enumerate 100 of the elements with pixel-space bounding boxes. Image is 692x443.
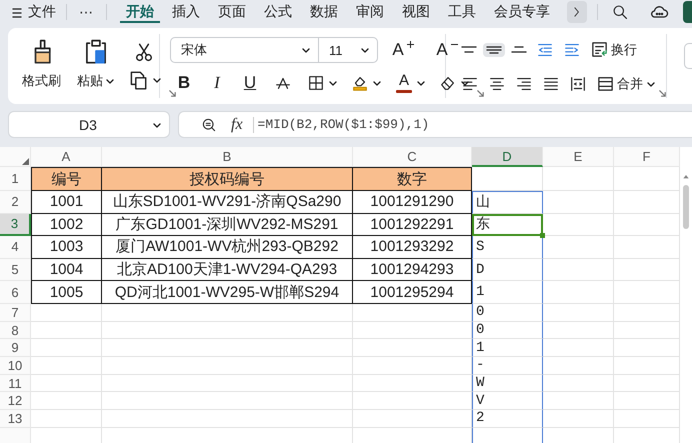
input-field[interactable] xyxy=(684,43,692,69)
row-header[interactable]: 4 xyxy=(0,236,31,259)
grow-font-button[interactable]: A xyxy=(386,38,417,62)
ribbon-tab[interactable]: 视图 xyxy=(396,1,436,23)
table-cell: 1002 xyxy=(31,214,102,236)
italic-button[interactable]: I xyxy=(205,70,229,94)
scroll-tabs-button[interactable] xyxy=(567,1,587,23)
table-cell xyxy=(31,410,102,428)
wrap-text-button[interactable]: 换行 xyxy=(587,37,640,62)
ribbon-tab[interactable]: 页面 xyxy=(212,1,252,23)
bold-button[interactable]: B xyxy=(172,70,196,94)
table-cell xyxy=(31,374,102,392)
font-name-dropdown[interactable]: 宋体 xyxy=(171,38,319,62)
table-cell xyxy=(543,374,614,392)
table-cell xyxy=(543,357,614,375)
ribbon-tab[interactable]: 数据 xyxy=(304,1,344,23)
table-cell xyxy=(543,304,614,322)
scrollbar-thumb[interactable] xyxy=(683,185,689,229)
table-cell: 东 xyxy=(472,214,543,236)
function-button[interactable]: fx xyxy=(231,116,243,134)
row-header[interactable]: 9 xyxy=(0,339,31,358)
table-cell: D xyxy=(472,258,543,282)
table-cell xyxy=(543,236,614,259)
dialog-launcher-icon[interactable] xyxy=(658,89,667,98)
table-cell: 1 xyxy=(472,339,543,358)
table-cell xyxy=(543,410,614,428)
table-cell: 1005 xyxy=(31,281,102,304)
row-header[interactable]: 3 xyxy=(0,214,31,236)
table-cell: 1001291290 xyxy=(353,191,472,214)
ribbon-tab[interactable]: 开始 xyxy=(120,1,160,23)
column-header[interactable]: F xyxy=(614,147,680,167)
search-icon[interactable] xyxy=(612,4,629,20)
shrink-font-button[interactable]: A xyxy=(430,38,461,62)
row-header[interactable]: 12 xyxy=(0,392,31,410)
table-cell: 山东SD1001-WV291-济南QSa290 xyxy=(102,191,353,214)
plus-icon xyxy=(407,41,414,48)
table-cell xyxy=(31,322,102,340)
align-middle-button[interactable] xyxy=(483,42,505,56)
column-header[interactable]: D xyxy=(472,147,543,167)
table-cell: W xyxy=(472,374,543,392)
scroll-up-icon[interactable] xyxy=(682,173,690,181)
paste-button[interactable]: 粘贴 xyxy=(71,34,120,98)
table-cell: 1001294293 xyxy=(353,258,472,282)
row-header[interactable]: 10 xyxy=(0,357,31,375)
table-cell: 山 xyxy=(472,191,543,214)
table-cell: 授权码编号 xyxy=(102,167,353,191)
table-cell xyxy=(543,281,614,304)
formula-text: =MID(B2,ROW($1:$99),1) xyxy=(258,117,430,132)
underline-button[interactable]: U xyxy=(238,70,262,94)
row-header[interactable]: 13 xyxy=(0,410,31,428)
row-header[interactable]: 11 xyxy=(0,374,31,392)
file-menu[interactable]: 文件 xyxy=(24,3,56,21)
merge-button[interactable]: 合并 xyxy=(593,71,658,96)
table-cell xyxy=(31,392,102,410)
row-header[interactable]: 8 xyxy=(0,322,31,340)
font-color-button[interactable]: A xyxy=(392,69,428,96)
dialog-launcher-icon[interactable] xyxy=(168,89,177,98)
ribbon-tab[interactable]: 审阅 xyxy=(350,1,390,23)
table-cell: - xyxy=(472,357,543,375)
table-cell xyxy=(543,339,614,358)
table-cell xyxy=(543,167,614,191)
row-header[interactable]: 1 xyxy=(0,167,31,191)
fill-handle[interactable] xyxy=(540,233,545,238)
align-top-icon xyxy=(461,46,477,53)
column-header[interactable]: C xyxy=(353,147,472,167)
table-cell xyxy=(31,357,102,375)
border-grid-icon xyxy=(307,74,325,92)
ribbon-tab[interactable]: 工具 xyxy=(442,1,482,23)
merge-cells-icon xyxy=(596,74,615,93)
ribbon-tab[interactable]: 公式 xyxy=(258,1,298,23)
ribbon-tab[interactable]: 插入 xyxy=(166,1,206,23)
select-all-button[interactable] xyxy=(0,147,31,167)
font-size-dropdown[interactable]: 11 xyxy=(319,38,377,62)
table-cell xyxy=(543,214,614,236)
table-cell xyxy=(31,339,102,358)
format-painter-button[interactable]: 格式刷 xyxy=(16,34,67,98)
table-cell: 0 xyxy=(472,322,543,340)
align-middle-icon xyxy=(486,46,502,54)
more-button[interactable]: ⋯ xyxy=(77,4,96,20)
ribbon-tab[interactable]: 会员专享 xyxy=(488,1,556,23)
name-box[interactable]: D3 xyxy=(8,111,170,138)
table-cell: 1003 xyxy=(31,236,102,259)
table-cell: 2 xyxy=(472,410,543,428)
table-cell: 编号 xyxy=(31,167,102,191)
row-header[interactable]: 7 xyxy=(0,304,31,322)
table-cell xyxy=(472,428,543,443)
row-header[interactable]: 2 xyxy=(0,191,31,214)
row-header[interactable]: 6 xyxy=(0,281,31,304)
table-cell xyxy=(543,392,614,410)
column-header[interactable]: A xyxy=(31,147,102,167)
column-header[interactable]: E xyxy=(543,147,614,167)
row-header[interactable]: 5 xyxy=(0,258,31,282)
table-cell xyxy=(31,304,102,322)
table-cell xyxy=(543,322,614,340)
zoom-icon[interactable] xyxy=(201,116,217,132)
formula-field[interactable]: fx =MID(B2,ROW($1:$99),1) xyxy=(178,111,692,138)
dialog-launcher-icon[interactable] xyxy=(476,89,485,98)
table-cell: S xyxy=(472,236,543,259)
column-header[interactable]: B xyxy=(102,147,353,167)
distributed-icon xyxy=(569,74,587,92)
